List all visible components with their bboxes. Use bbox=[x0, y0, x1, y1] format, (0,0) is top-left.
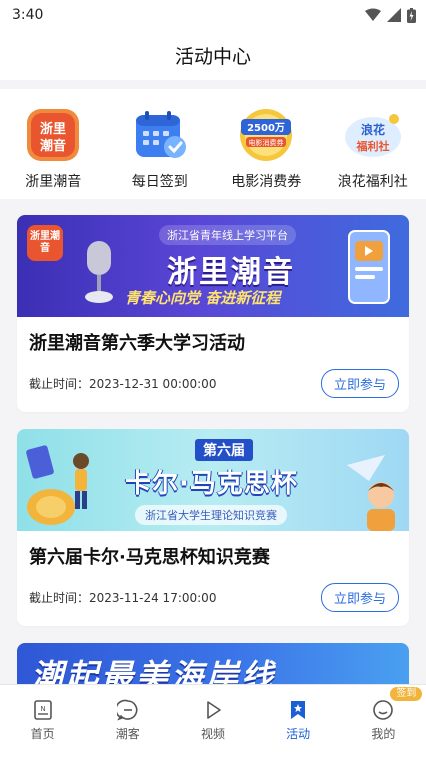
tab-label: 首页 bbox=[30, 727, 55, 741]
quick-action-label: 电影消费券 bbox=[231, 174, 302, 190]
tab-label: 视频 bbox=[200, 727, 225, 741]
signal-icon bbox=[387, 8, 401, 22]
banner-headline: 卡尔·马克思杯 bbox=[125, 469, 298, 499]
activity-card[interactable]: 第六届 卡尔·马克思杯 浙江省大学生理论知识竞赛 第六届卡尔·马克思杯知识竞赛 … bbox=[17, 429, 409, 626]
microphone-icon bbox=[85, 241, 113, 303]
star-bookmark-icon bbox=[291, 701, 306, 719]
banner-slogan: 浙江省大学生理论知识竞赛 bbox=[135, 505, 287, 525]
coins-books-illustration-icon bbox=[26, 445, 89, 525]
student-illustration-icon bbox=[347, 455, 395, 531]
page-header: 活动中心 bbox=[0, 30, 426, 80]
tab-chaoke[interactable]: 潮客 bbox=[93, 685, 163, 757]
quick-action-zheli[interactable]: 浙里 潮音 浙里潮音 bbox=[5, 107, 101, 191]
quick-action-label: 每日签到 bbox=[131, 174, 188, 190]
activity-title: 浙里潮音第六季大学习活动 bbox=[29, 333, 245, 354]
svg-text:潮音: 潮音 bbox=[40, 138, 66, 154]
tab-activity[interactable]: 活动 bbox=[263, 685, 333, 757]
svg-text:2500万: 2500万 bbox=[247, 122, 285, 134]
profile-icon bbox=[373, 700, 394, 720]
svg-text:浪花: 浪花 bbox=[361, 122, 385, 137]
banner-slogan: 青春心向党 奋进新征程 bbox=[125, 289, 281, 307]
tab-home[interactable]: N 首页 bbox=[8, 685, 78, 757]
quick-action-label: 浪花福利社 bbox=[337, 174, 408, 190]
wifi-icon bbox=[365, 8, 381, 21]
banner-tag: 第六届 bbox=[195, 439, 253, 461]
status-bar: 3:40 bbox=[0, 0, 426, 30]
activity-deadline: 截止时间：2023-12-31 00:00:00 bbox=[29, 377, 217, 391]
movie-coupon-icon: 2500万 电影消费券 bbox=[235, 107, 297, 163]
phone-illustration-icon bbox=[348, 230, 390, 304]
page-title: 活动中心 bbox=[174, 45, 251, 68]
quick-action-movie[interactable]: 2500万 电影消费券 电影消费券 bbox=[218, 107, 314, 191]
quick-action-label: 浙里潮音 bbox=[25, 174, 82, 190]
banner-logo: 浙里潮音 bbox=[27, 225, 63, 261]
status-icons bbox=[365, 7, 416, 23]
activity-list: 浙里潮音 浙江省青年线上学习平台 浙里潮音 青春心向党 奋进新征程 浙里潮音第六… bbox=[0, 199, 426, 703]
tab-label: 我的 bbox=[371, 727, 396, 741]
svg-text:福利社: 福利社 bbox=[355, 139, 389, 153]
activity-banner-image[interactable]: 浙里潮音 浙江省青年线上学习平台 浙里潮音 青春心向党 奋进新征程 bbox=[17, 215, 409, 317]
activity-deadline: 截止时间：2023-11-24 17:00:00 bbox=[29, 591, 217, 605]
tab-me[interactable]: 签到 我的 bbox=[348, 685, 423, 757]
join-button[interactable]: 立即参与 bbox=[320, 369, 399, 398]
calendar-check-icon bbox=[129, 107, 191, 163]
activity-title: 第六届卡尔·马克思杯知识竞赛 bbox=[29, 547, 270, 568]
tab-video[interactable]: 视频 bbox=[178, 685, 248, 757]
status-time: 3:40 bbox=[12, 7, 44, 23]
svg-text:浙里: 浙里 bbox=[40, 121, 66, 137]
activity-card[interactable]: 浙里潮音 浙江省青年线上学习平台 浙里潮音 青春心向党 奋进新征程 浙里潮音第六… bbox=[17, 215, 409, 412]
zheli-chaoyin-logo-icon: 浙里 潮音 bbox=[22, 107, 84, 163]
checkin-badge: 签到 bbox=[390, 687, 423, 701]
quick-action-checkin[interactable]: 每日签到 bbox=[112, 107, 208, 191]
quick-actions: 浙里 潮音 浙里潮音 每日签到 2500万 电影消费券 电影消费券 浪花 福利社… bbox=[0, 89, 426, 199]
bottom-tab-bar: N 首页 潮客 视频 活动 签到 我的 bbox=[0, 684, 426, 757]
banner-headline: 浙里潮音 bbox=[167, 255, 295, 290]
banner-tag: 浙江省青年线上学习平台 bbox=[159, 225, 296, 245]
join-button[interactable]: 立即参与 bbox=[320, 583, 399, 612]
langhua-welfare-icon: 浪花 福利社 bbox=[342, 107, 404, 163]
chat-icon bbox=[116, 699, 138, 721]
tab-label: 活动 bbox=[286, 727, 311, 741]
battery-icon bbox=[407, 7, 416, 23]
tab-label: 潮客 bbox=[115, 727, 140, 741]
svg-text:电影消费券: 电影消费券 bbox=[249, 138, 284, 147]
activity-banner-image[interactable]: 第六届 卡尔·马克思杯 浙江省大学生理论知识竞赛 bbox=[17, 429, 409, 531]
news-icon: N bbox=[33, 700, 52, 720]
play-icon bbox=[207, 701, 221, 719]
quick-action-langhua[interactable]: 浪花 福利社 浪花福利社 bbox=[325, 107, 421, 191]
svg-text:N: N bbox=[40, 705, 45, 713]
